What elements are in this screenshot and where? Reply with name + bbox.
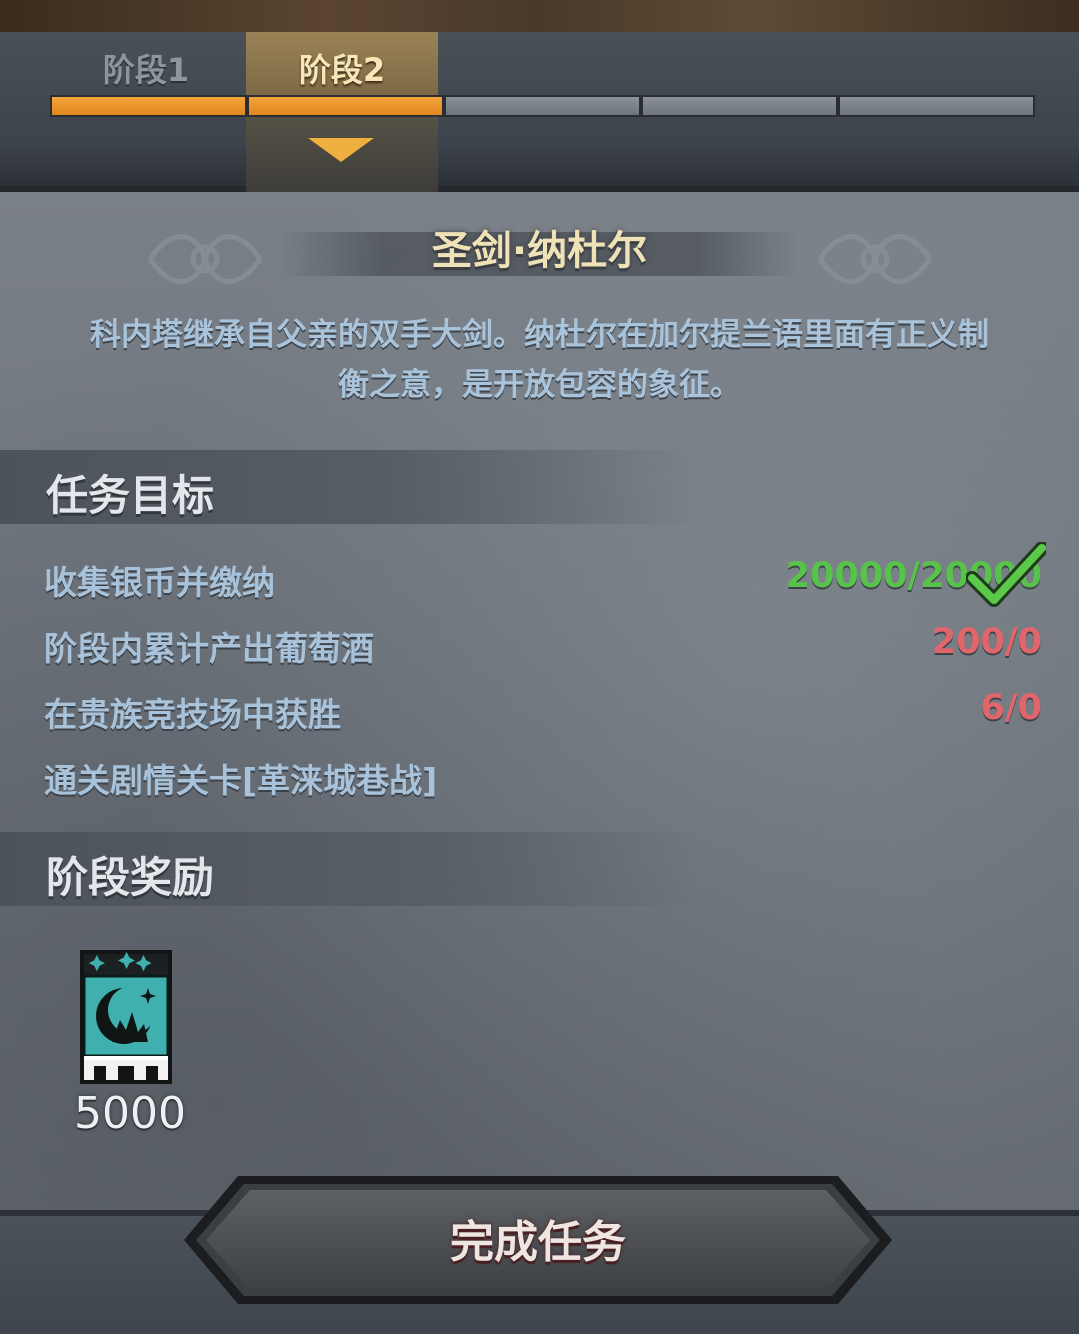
selected-stage-arrow-icon — [308, 138, 374, 162]
objective-label: 收集银币并缴纳 — [44, 563, 275, 602]
complete-task-button[interactable]: 完成任务 — [178, 1170, 898, 1310]
objective-label: 在贵族竞技场中获胜 — [44, 695, 341, 734]
stage-progress-bar — [50, 95, 1035, 117]
stage-detail-panel: 圣剑·纳杜尔 科内塔继承自父亲的双手大剑。纳杜尔在加尔提兰语里面有正义制 衡之意… — [0, 192, 1079, 1334]
objective-row: 收集银币并缴纳 20000/20000 — [44, 542, 1046, 616]
reward-amount: 5000 — [74, 1088, 186, 1139]
objective-progress: 6/0 — [980, 688, 1043, 728]
tab-stage-1[interactable]: 阶段1 — [50, 32, 242, 104]
complete-task-label: 完成任务 — [450, 1217, 626, 1268]
objective-row: 阶段内累计产出葡萄酒 200/0 — [44, 622, 1042, 682]
item-description-line-1: 科内塔继承自父亲的双手大剑。纳杜尔在加尔提兰语里面有正义制 — [90, 317, 989, 353]
stage-selector: 阶段1 阶段2 — [0, 32, 1079, 192]
item-title: 圣剑·纳杜尔 — [431, 228, 648, 274]
item-description: 科内塔继承自父亲的双手大剑。纳杜尔在加尔提兰语里面有正义制 衡之意，是开放包容的… — [50, 310, 1029, 410]
objective-row: 在贵族竞技场中获胜 6/0 — [44, 688, 1042, 748]
objective-row: 通关剧情关卡[革涞城巷战] — [44, 754, 1042, 814]
rewards-section-title: 阶段奖励 — [46, 853, 215, 902]
top-artwork-strip — [0, 0, 1079, 32]
objectives-section-title: 任务目标 — [46, 471, 215, 520]
progress-segment-2 — [249, 97, 442, 115]
tab-stage-2[interactable]: 阶段2 — [246, 32, 438, 104]
banner-icon[interactable] — [80, 950, 172, 1084]
item-description-line-2: 衡之意，是开放包容的象征。 — [338, 367, 741, 403]
objective-progress: 200/0 — [931, 622, 1042, 662]
progress-segment-3 — [446, 97, 639, 115]
progress-segment-4 — [643, 97, 836, 115]
tab-stage-1-label: 阶段1 — [102, 51, 190, 89]
objective-label: 阶段内累计产出葡萄酒 — [44, 629, 374, 668]
objective-label: 通关剧情关卡[革涞城巷战] — [44, 761, 438, 800]
progress-segment-5 — [840, 97, 1033, 115]
progress-segment-1 — [52, 97, 245, 115]
check-icon — [966, 542, 1046, 607]
tab-stage-2-label: 阶段2 — [298, 51, 386, 89]
